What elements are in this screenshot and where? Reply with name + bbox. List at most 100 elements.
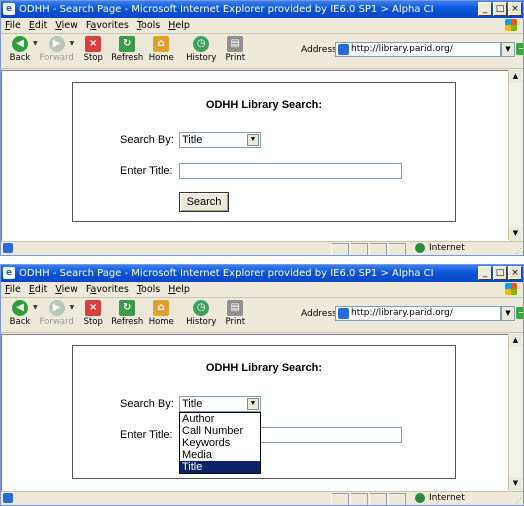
close-button[interactable]: × bbox=[508, 266, 522, 280]
history-button[interactable]: ◷ History bbox=[186, 298, 216, 327]
menu-edit[interactable]: Edit bbox=[29, 284, 47, 295]
home-button[interactable]: ⌂ Home bbox=[146, 34, 176, 63]
history-icon: ◷ bbox=[193, 36, 210, 52]
stop-label: Stop bbox=[83, 317, 103, 327]
print-button[interactable]: ▤ Print bbox=[220, 34, 250, 63]
menu-view[interactable]: View bbox=[55, 284, 78, 295]
print-label: Print bbox=[225, 53, 246, 63]
back-dropdown-icon[interactable]: ▼ bbox=[33, 40, 38, 47]
go-button[interactable]: → Go bbox=[516, 43, 523, 55]
option-author[interactable]: Author bbox=[180, 413, 260, 425]
search-by-value: Title bbox=[182, 398, 203, 410]
status-pane bbox=[388, 493, 406, 505]
menu-accelerator: F bbox=[5, 20, 10, 31]
menu-bar: File Edit View Favorites Tools Help bbox=[1, 282, 523, 298]
minimize-button[interactable]: _ bbox=[478, 266, 492, 280]
forward-button[interactable]: ▶ Forward bbox=[39, 34, 74, 63]
stop-icon: × bbox=[85, 36, 102, 52]
menu-file[interactable]: File bbox=[5, 20, 21, 31]
print-button[interactable]: ▤ Print bbox=[220, 298, 250, 327]
address-input[interactable]: http://library.parid.org/ bbox=[335, 306, 501, 321]
close-button[interactable]: × bbox=[508, 2, 522, 16]
search-by-select[interactable]: Title ▼ bbox=[179, 132, 261, 148]
forward-dropdown-icon[interactable]: ▼ bbox=[70, 304, 75, 311]
search-by-value: Title bbox=[182, 134, 203, 146]
search-by-dropdown-list: Author Call Number Keywords Media Title bbox=[179, 412, 261, 474]
printer-icon: ▤ bbox=[227, 36, 244, 52]
scroll-down-icon[interactable]: ▼ bbox=[509, 477, 522, 490]
back-dropdown-icon[interactable]: ▼ bbox=[33, 304, 38, 311]
stop-button[interactable]: × Stop bbox=[78, 34, 108, 63]
title-input[interactable] bbox=[179, 163, 402, 179]
resize-grip-icon[interactable]: ⋰ bbox=[515, 497, 522, 505]
history-icon: ◷ bbox=[193, 300, 210, 316]
refresh-icon: ↻ bbox=[119, 36, 136, 52]
maximize-button[interactable]: □ bbox=[493, 2, 507, 16]
search-form: ODHH Library Search: Search By: Title ▼ … bbox=[72, 82, 456, 222]
back-button[interactable]: ◀ Back bbox=[5, 34, 35, 63]
menu-tools[interactable]: Tools bbox=[137, 20, 160, 31]
resize-grip-icon[interactable]: ⋰ bbox=[515, 247, 522, 255]
ie-logo-icon: e bbox=[3, 267, 15, 279]
home-button[interactable]: ⌂ Home bbox=[146, 298, 176, 327]
standard-toolbar: ◀ Back ▼ ▶ Forward ▼ × Stop ↻ Refresh ⌂ … bbox=[1, 298, 523, 333]
page-icon bbox=[338, 308, 349, 319]
address-dropdown-button[interactable]: ▼ bbox=[501, 306, 515, 321]
chevron-down-icon[interactable]: ▼ bbox=[247, 134, 259, 146]
search-by-label: Search By: bbox=[120, 398, 174, 410]
search-by-select[interactable]: Title ▼ bbox=[179, 396, 261, 412]
forward-dropdown-icon[interactable]: ▼ bbox=[70, 40, 75, 47]
refresh-icon: ↻ bbox=[119, 300, 136, 316]
history-label: History bbox=[186, 317, 217, 327]
search-form: ODHH Library Search: Search By: Title ▼ … bbox=[72, 345, 456, 479]
option-title[interactable]: Title bbox=[180, 461, 260, 473]
go-button[interactable]: → Go bbox=[516, 307, 523, 319]
window-title: ODHH - Search Page - Microsoft Internet … bbox=[19, 268, 434, 279]
page-status-icon bbox=[3, 243, 13, 253]
minimize-button[interactable]: _ bbox=[478, 2, 492, 16]
refresh-label: Refresh bbox=[111, 53, 144, 63]
menu-tools[interactable]: Tools bbox=[137, 284, 160, 295]
refresh-label: Refresh bbox=[111, 317, 144, 327]
search-heading: ODHH Library Search: bbox=[205, 99, 323, 111]
stop-label: Stop bbox=[83, 53, 103, 63]
standard-toolbar: ◀ Back ▼ ▶ Forward ▼ × Stop ↻ Refresh ⌂ … bbox=[1, 34, 523, 69]
search-by-label: Search By: bbox=[120, 134, 174, 146]
scroll-down-icon[interactable]: ▼ bbox=[509, 227, 522, 240]
title-bar[interactable]: e ODHH - Search Page - Microsoft Interne… bbox=[1, 265, 523, 282]
menu-accelerator: E bbox=[28, 20, 35, 31]
forward-button[interactable]: ▶ Forward bbox=[40, 298, 74, 327]
title-bar[interactable]: e ODHH - Search Page - Microsoft Interne… bbox=[1, 1, 523, 18]
stop-button[interactable]: × Stop bbox=[78, 298, 108, 327]
history-button[interactable]: ◷ History bbox=[186, 34, 216, 63]
forward-label: Forward bbox=[39, 53, 74, 63]
search-button[interactable]: Search bbox=[179, 192, 229, 212]
vertical-scrollbar[interactable]: ▲ ▼ bbox=[508, 70, 523, 240]
address-label: Address bbox=[301, 309, 337, 319]
address-input[interactable]: http://library.parid.org/ bbox=[335, 42, 501, 57]
option-keywords[interactable]: Keywords bbox=[180, 437, 260, 449]
option-call-number[interactable]: Call Number bbox=[180, 425, 260, 437]
menu-edit[interactable]: Edit bbox=[29, 20, 47, 31]
menu-help[interactable]: Help bbox=[168, 284, 190, 295]
scroll-up-icon[interactable]: ▲ bbox=[509, 70, 522, 83]
page-icon bbox=[338, 44, 349, 55]
back-button[interactable]: ◀ Back bbox=[5, 298, 35, 327]
scroll-up-icon[interactable]: ▲ bbox=[509, 334, 522, 347]
menu-accelerator: a bbox=[90, 20, 97, 31]
address-dropdown-button[interactable]: ▼ bbox=[501, 42, 515, 57]
option-media[interactable]: Media bbox=[180, 449, 260, 461]
menu-file[interactable]: File bbox=[5, 284, 21, 295]
page-status-icon bbox=[3, 493, 13, 503]
globe-icon bbox=[415, 493, 425, 503]
menu-favorites[interactable]: Favorites bbox=[86, 20, 129, 31]
menu-favorites[interactable]: Favorites bbox=[86, 284, 129, 295]
chevron-down-icon[interactable]: ▼ bbox=[247, 398, 259, 410]
menu-help[interactable]: Help bbox=[168, 20, 190, 31]
stop-icon: × bbox=[85, 300, 102, 316]
menu-view[interactable]: View bbox=[55, 20, 78, 31]
maximize-button[interactable]: □ bbox=[493, 266, 507, 280]
refresh-button[interactable]: ↻ Refresh bbox=[111, 298, 144, 327]
vertical-scrollbar[interactable]: ▲ ▼ bbox=[508, 334, 523, 490]
refresh-button[interactable]: ↻ Refresh bbox=[111, 34, 144, 63]
